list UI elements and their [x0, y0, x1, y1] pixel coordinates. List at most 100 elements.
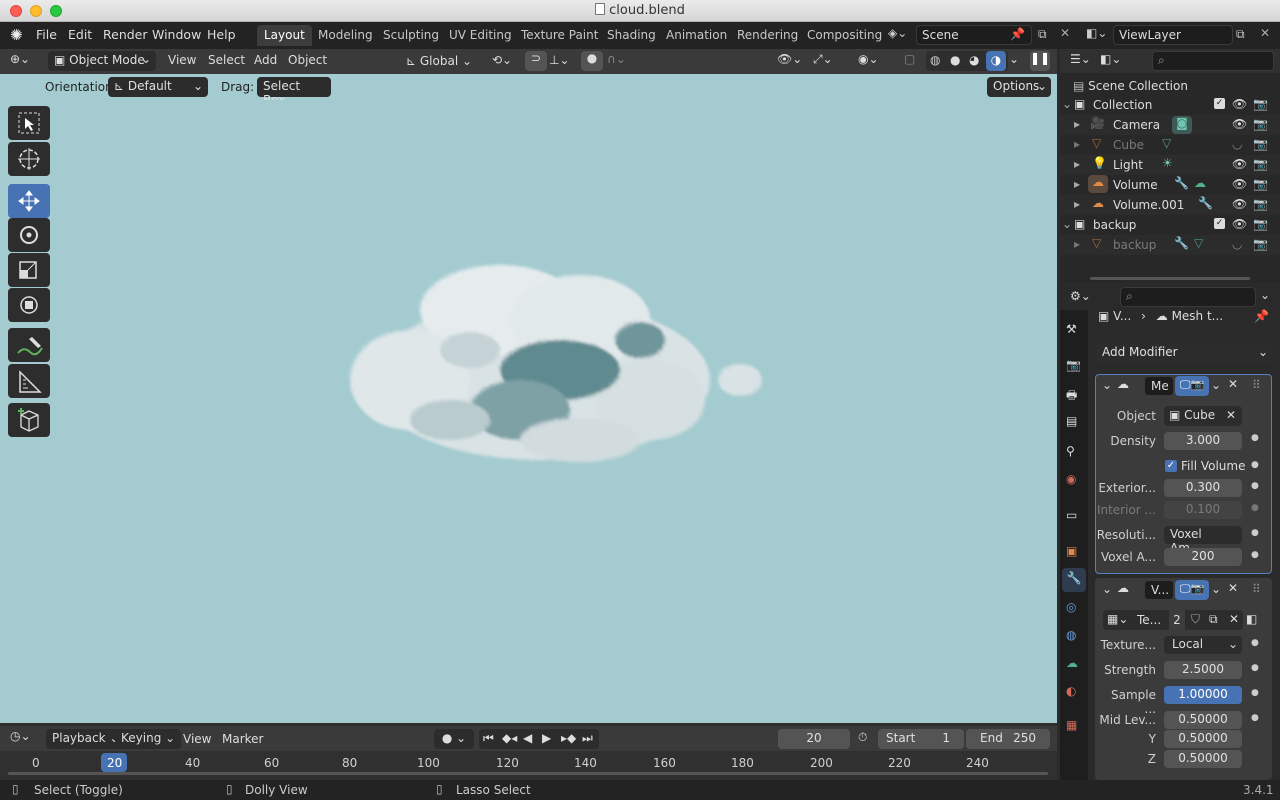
falloff-icon[interactable]: ∩⌄: [607, 52, 626, 66]
tool-select-box[interactable]: [8, 106, 50, 140]
keying-dropdown[interactable]: Keying ⌄: [115, 729, 182, 749]
tool-rotate[interactable]: [8, 218, 50, 252]
modifier-name-field[interactable]: Me: [1144, 376, 1174, 396]
delete-view-layer-icon[interactable]: ✕: [1260, 26, 1270, 40]
scene-tab-icon[interactable]: ⚲: [1066, 444, 1075, 458]
menu-file[interactable]: File: [36, 27, 57, 42]
duplicate-texture-icon[interactable]: ⧉: [1209, 612, 1218, 627]
menu-select[interactable]: Select: [208, 53, 245, 67]
frame-ruler[interactable]: 0 20 40 60 80 100 120 140 160 180 200 22…: [0, 752, 1057, 775]
menu-window[interactable]: Window: [152, 27, 201, 42]
strength-field[interactable]: 2.5000: [1164, 661, 1242, 679]
camera-render-icon[interactable]: 📷: [1253, 237, 1268, 251]
keyframe-dot-icon[interactable]: ●: [1251, 688, 1259, 698]
timeline-scrollbar[interactable]: [8, 772, 1048, 775]
interior-field[interactable]: 0.100: [1164, 501, 1242, 519]
tool-measure[interactable]: [8, 364, 50, 398]
material-shading-icon[interactable]: ◕: [969, 53, 979, 67]
camera-render-icon[interactable]: 📷: [1253, 217, 1268, 231]
end-frame-field[interactable]: End 250: [966, 729, 1050, 749]
view-layer-tab-icon[interactable]: ▤: [1066, 414, 1077, 428]
camera-data-icon[interactable]: ◙: [1172, 116, 1192, 134]
eye-closed-icon[interactable]: ◡: [1232, 237, 1242, 251]
modifier-name-field[interactable]: V...: [1144, 580, 1174, 600]
output-tab-icon[interactable]: 🖶: [1066, 386, 1077, 407]
outliner-row-backup-collection[interactable]: ⌄ ▣ backup ✓ 👁 📷: [1060, 215, 1280, 235]
display-mode-icon[interactable]: ◧⌄: [1100, 52, 1121, 66]
tool-add-cube[interactable]: [8, 403, 50, 437]
mid-level-z-field[interactable]: 0.50000: [1164, 750, 1242, 768]
keyframe-dot-icon[interactable]: ●: [1251, 550, 1259, 560]
particles-tab-icon[interactable]: ◎: [1066, 600, 1076, 614]
solid-shading-icon[interactable]: ●: [950, 53, 960, 67]
xray-icon[interactable]: ▢: [904, 52, 915, 66]
tab-rendering[interactable]: Rendering: [730, 25, 805, 46]
fill-volume-checkbox[interactable]: ✓: [1165, 460, 1177, 472]
play-reverse-icon[interactable]: ◀: [523, 731, 532, 745]
keyframe-dot-icon[interactable]: ●: [1251, 503, 1259, 513]
camera-render-icon[interactable]: 📷: [1253, 197, 1268, 211]
jump-start-icon[interactable]: ⏮: [483, 731, 494, 746]
scene-browse-icon[interactable]: ◈⌄: [888, 26, 907, 40]
tab-texture-paint[interactable]: Texture Paint: [514, 25, 605, 46]
camera-render-icon[interactable]: 📷: [1253, 137, 1268, 151]
outliner-row-volume[interactable]: ▸ ☁ Volume 🔧 ☁ 👁 📷: [1060, 175, 1280, 195]
options-dropdown[interactable]: Options ⌄: [987, 77, 1051, 97]
chevron-down-icon[interactable]: ⌄: [1211, 378, 1221, 392]
keyframe-dot-icon[interactable]: ●: [1251, 433, 1259, 443]
eye-icon[interactable]: 👁: [1232, 117, 1247, 131]
outliner-editor-icon[interactable]: ☰⌄: [1070, 52, 1091, 66]
eye-icon[interactable]: 👁: [1232, 217, 1247, 231]
jump-end-icon[interactable]: ⏭: [582, 731, 593, 746]
tab-layout[interactable]: Layout: [257, 25, 312, 46]
density-field[interactable]: 3.000: [1164, 432, 1242, 450]
data-tab-icon[interactable]: ☁: [1066, 656, 1078, 670]
new-scene-icon[interactable]: ⧉: [1038, 27, 1047, 42]
mid-level-y-field[interactable]: 0.50000: [1164, 730, 1242, 748]
outliner-row-collection[interactable]: ⌄ ▣ Collection ✓ 👁 📷: [1060, 95, 1280, 115]
properties-search-input[interactable]: ⌕: [1120, 287, 1256, 307]
camera-render-icon[interactable]: 📷: [1253, 117, 1268, 131]
pin-icon[interactable]: 📌: [1254, 309, 1269, 323]
expand-icon[interactable]: ▸: [1074, 177, 1080, 191]
transform-orientation-dropdown[interactable]: ⊾ Global ⌄: [404, 52, 482, 72]
tab-uv-editing[interactable]: UV Editing: [442, 25, 519, 46]
timeline-menu-view[interactable]: View: [183, 732, 211, 746]
play-icon[interactable]: ▶: [542, 731, 551, 745]
pause-render-icon[interactable]: ❚❚: [1030, 51, 1050, 71]
chevron-down-icon[interactable]: ⌄: [1211, 582, 1221, 596]
sample-radius-field[interactable]: 1.00000: [1164, 686, 1242, 704]
visibility-icon[interactable]: 👁⌄: [777, 52, 802, 66]
volume-data-icon[interactable]: ☁: [1194, 176, 1206, 190]
add-modifier-dropdown[interactable]: Add Modifier ⌄: [1096, 343, 1272, 363]
outliner-row-volume-001[interactable]: ▸ ☁ Volume.001 🔧 👁 📷: [1060, 195, 1280, 215]
texture-users-count[interactable]: 2: [1169, 610, 1185, 630]
texture-tab-icon[interactable]: ▦: [1066, 718, 1077, 732]
fake-user-shield-icon[interactable]: ⛉: [1191, 612, 1200, 627]
menu-render[interactable]: Render: [103, 27, 148, 42]
timeline-editor-icon[interactable]: ◷⌄: [10, 729, 31, 743]
view-layer-icon[interactable]: ◧⌄: [1086, 26, 1107, 40]
snap-icon[interactable]: ⊃: [525, 51, 547, 71]
modifier-wrench-icon[interactable]: 🔧: [1174, 236, 1189, 250]
modifier-tab-icon[interactable]: 🔧: [1062, 568, 1086, 592]
start-frame-field[interactable]: Start 1: [878, 729, 964, 749]
modifier-wrench-icon[interactable]: 🔧: [1174, 176, 1189, 190]
current-frame-field[interactable]: 20: [778, 729, 850, 749]
keyframe-dot-icon[interactable]: ●: [1251, 460, 1259, 470]
mesh-data-icon[interactable]: ▽: [1162, 136, 1171, 150]
timeline-menu-marker[interactable]: Marker: [222, 732, 263, 746]
expand-icon[interactable]: ▸: [1074, 137, 1080, 151]
keyframe-dot-icon[interactable]: ●: [1251, 638, 1259, 648]
tool-transform[interactable]: [8, 288, 50, 322]
outliner-row-cube[interactable]: ▸ ▽ Cube ▽ ◡ 📷: [1060, 135, 1280, 155]
properties-editor-icon[interactable]: ⚙⌄: [1070, 289, 1091, 303]
wireframe-shading-icon[interactable]: ◍: [930, 53, 940, 67]
camera-render-icon[interactable]: 📷: [1253, 177, 1268, 191]
tab-modeling[interactable]: Modeling: [311, 25, 380, 46]
tool-annotate[interactable]: [8, 328, 50, 362]
next-keyframe-icon[interactable]: ▸◆: [561, 731, 576, 745]
preview-range-icon[interactable]: ⏱: [858, 730, 867, 745]
pin-icon[interactable]: 📌: [1010, 27, 1025, 41]
drag-handle-icon[interactable]: ⠿: [1252, 582, 1261, 596]
